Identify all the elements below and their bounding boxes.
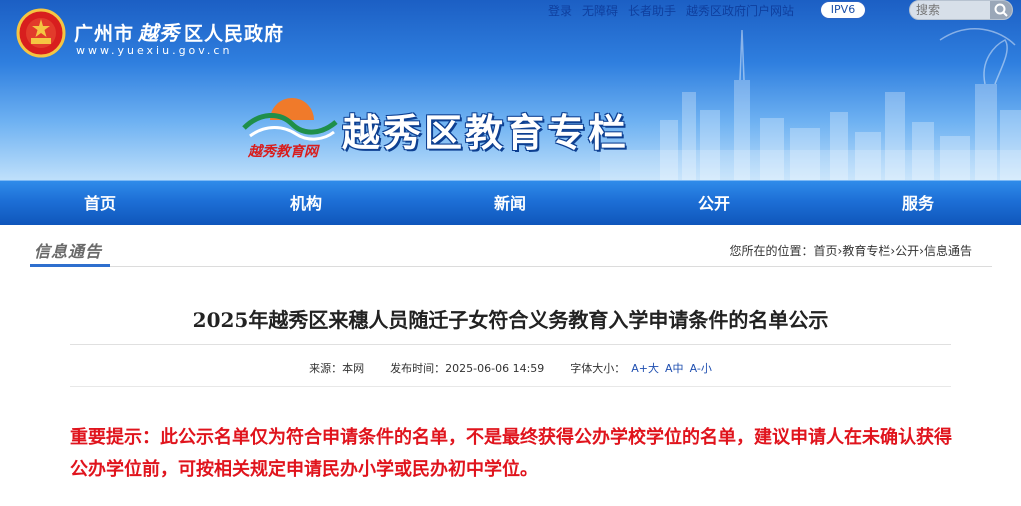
- font-large-button[interactable]: A+大: [631, 362, 659, 375]
- search-input[interactable]: [910, 1, 990, 19]
- accessibility-link[interactable]: 无障碍: [582, 2, 618, 19]
- district-portal-link[interactable]: 越秀区政府门户网站: [686, 2, 794, 19]
- breadcrumb: 您所在的位置：首页›教育专栏›公开›信息通告: [729, 242, 972, 259]
- nav-item-public[interactable]: 公开: [654, 181, 774, 226]
- source-label: 来源：: [309, 362, 343, 375]
- source-value: 本网: [342, 362, 365, 375]
- header-banner: 广州市 越秀 区人民政府 www.yuexiu.gov.cn 登录 无障碍 长者助手…: [0, 0, 1021, 180]
- publish-time-value: 2025-06-06 14:59: [445, 362, 545, 375]
- title-divider: [70, 344, 951, 345]
- education-logo-icon: 越秀教育网: [242, 98, 338, 160]
- important-notice: 重要提示：此公示名单仅为符合申请条件的名单，不是最终获得公办学校学位的名单，建议…: [70, 427, 952, 480]
- search-icon: [994, 3, 1008, 17]
- breadcrumb-notices[interactable]: 信息通告: [924, 244, 972, 258]
- login-link[interactable]: 登录: [548, 2, 572, 19]
- breadcrumb-prefix: 您所在的位置：: [729, 244, 814, 258]
- education-logo-caption: 越秀教育网: [247, 143, 320, 160]
- elderly-assistant-link[interactable]: 长者助手: [628, 2, 676, 19]
- publish-time-label: 发布时间：: [390, 362, 446, 375]
- government-site-title: 广州市 越秀 区人民政府: [74, 17, 284, 46]
- section-heading-underline: [30, 264, 110, 267]
- city-name-right: 区人民政府: [184, 23, 285, 45]
- section-heading: 信息通告: [34, 242, 103, 261]
- main-nav: 首页 机构 新闻 公开 服务: [0, 180, 1021, 225]
- top-links: 登录 无障碍 长者助手 越秀区政府门户网站: [548, 1, 804, 19]
- info-bar: 信息通告 您所在的位置：首页›教育专栏›公开›信息通告: [30, 232, 992, 268]
- nav-item-organization[interactable]: 机构: [246, 181, 366, 226]
- search-box: [909, 0, 1013, 20]
- site-domain: www.yuexiu.gov.cn: [76, 44, 233, 57]
- font-small-button[interactable]: A-小: [690, 362, 712, 375]
- nav-item-service[interactable]: 服务: [858, 181, 978, 226]
- national-emblem-icon: [16, 8, 66, 58]
- city-name-script: 越秀: [138, 21, 181, 45]
- meta-divider: [70, 386, 951, 387]
- article-meta: 来源：本网 发布时间：2025-06-06 14:59 字体大小： A+大 A中 A-小: [0, 360, 1021, 376]
- search-button[interactable]: [990, 1, 1012, 19]
- font-medium-button[interactable]: A中: [665, 362, 684, 375]
- nav-item-home[interactable]: 首页: [40, 181, 160, 226]
- nav-item-news[interactable]: 新闻: [450, 181, 570, 226]
- info-bar-divider: [30, 266, 992, 267]
- breadcrumb-public[interactable]: 公开: [895, 244, 919, 258]
- font-size-label: 字体大小：: [570, 362, 626, 375]
- ipv6-badge[interactable]: IPV6: [820, 1, 866, 19]
- breadcrumb-home[interactable]: 首页: [814, 244, 838, 258]
- breadcrumb-education[interactable]: 教育专栏: [842, 244, 890, 258]
- article-title: 2025年越秀区来穗人员随迁子女符合义务教育入学申请条件的名单公示: [192, 308, 829, 332]
- section-title: 越秀区教育专栏: [342, 111, 630, 155]
- city-name-left: 广州市: [74, 23, 135, 45]
